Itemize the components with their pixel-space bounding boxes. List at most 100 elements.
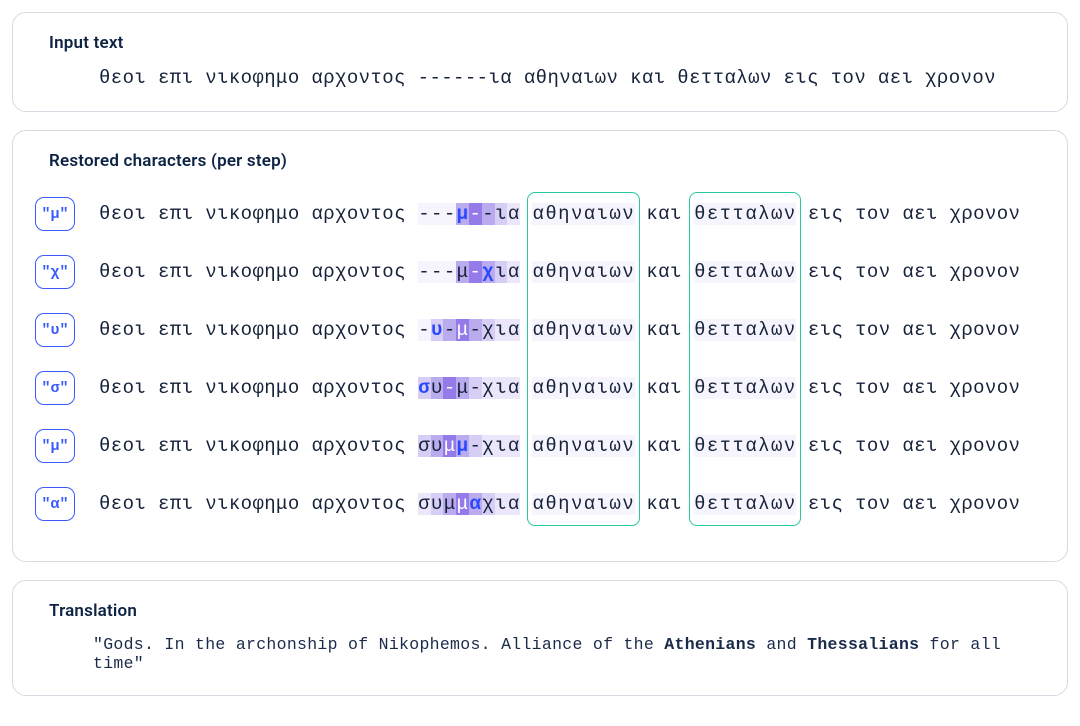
step-row: "υ" θεοι επι νικοφημο αρχοντος -υ-μ-χια α…: [35, 301, 1045, 359]
step-text: θεοι επι νικοφημο αρχοντος ---μ--ια αθην…: [89, 203, 1020, 225]
step-row: "σ" θεοι επι νικοφημο αρχοντος συ-μ-χια α…: [35, 359, 1045, 417]
token: αρχοντος: [311, 493, 405, 515]
token: αει: [902, 493, 937, 515]
token: τον: [855, 203, 890, 225]
highlighted-token: αθηναιων: [532, 203, 635, 225]
token: επι: [158, 261, 193, 283]
step-badge: "υ": [35, 313, 75, 347]
token: νικοφημο: [205, 319, 299, 341]
highlighted-token: θετταλων: [694, 377, 797, 399]
step-text: θεοι επι νικοφημο αρχοντος ---μ-χια αθην…: [89, 261, 1020, 283]
step-row: "μ" θεοι επι νικοφημο αρχοντος συμμ-χια α…: [35, 417, 1045, 475]
token: νικοφημο: [205, 203, 299, 225]
highlighted-token: θετταλων: [694, 435, 797, 457]
token: αρχοντος: [311, 203, 405, 225]
translation-card: Translation "Gods. In the archonship of …: [12, 580, 1068, 696]
translation-segment: Athenians: [664, 635, 756, 654]
token: επι: [158, 203, 193, 225]
highlighted-token: θετταλων: [694, 203, 797, 225]
steps-list: "μ" θεοι επι νικοφημο αρχοντος ---μ--ια α…: [35, 185, 1045, 533]
token: χρονον: [950, 261, 1021, 283]
highlighted-token: αθηναιων: [532, 377, 635, 399]
token: εις: [808, 319, 843, 341]
restored-steps-title: Restored characters (per step): [49, 151, 1045, 171]
restored-token: ---μ--ια: [418, 203, 521, 225]
translation-title: Translation: [49, 601, 1045, 621]
step-badge: "α": [35, 487, 75, 521]
token: εις: [808, 435, 843, 457]
highlighted-token: θετταλων: [694, 493, 797, 515]
token: τον: [855, 493, 890, 515]
token: επι: [158, 493, 193, 515]
token: τον: [855, 377, 890, 399]
token: θεοι: [99, 261, 146, 283]
highlighted-token: αθηναιων: [532, 319, 635, 341]
restored-token: -υ-μ-χια: [418, 319, 521, 341]
step-text: θεοι επι νικοφημο αρχοντος συ-μ-χια αθην…: [89, 377, 1020, 399]
highlighted-token: αθηναιων: [532, 435, 635, 457]
restored-token: συμμ-χια: [418, 435, 521, 457]
token: αει: [902, 435, 937, 457]
token: θεοι: [99, 493, 146, 515]
token: και: [646, 435, 681, 457]
token: νικοφημο: [205, 377, 299, 399]
step-row: "χ" θεοι επι νικοφημο αρχοντος ---μ-χια α…: [35, 243, 1045, 301]
highlighted-token: αθηναιων: [532, 493, 635, 515]
restored-token: συ-μ-χια: [418, 377, 521, 399]
input-text-line: θεοι επι νικοφημο αρχοντος ------ια αθην…: [35, 67, 1045, 89]
token: εις: [808, 377, 843, 399]
step-row: "μ" θεοι επι νικοφημο αρχοντος ---μ--ια α…: [35, 185, 1045, 243]
step-badge: "σ": [35, 371, 75, 405]
token: και: [646, 261, 681, 283]
token: νικοφημο: [205, 435, 299, 457]
token: αρχοντος: [311, 435, 405, 457]
highlighted-token: αθηναιων: [532, 261, 635, 283]
token: αρχοντος: [311, 377, 405, 399]
token: αει: [902, 377, 937, 399]
token: αει: [902, 203, 937, 225]
step-row: "α" θεοι επι νικοφημο αρχοντος συμμαχια α…: [35, 475, 1045, 533]
token: εις: [808, 203, 843, 225]
token: τον: [855, 319, 890, 341]
token: χρονον: [950, 319, 1021, 341]
token: επι: [158, 435, 193, 457]
token: και: [646, 493, 681, 515]
token: και: [646, 203, 681, 225]
highlighted-token: θετταλων: [694, 261, 797, 283]
translation-segment: "Gods. In the archonship of Nikophemos. …: [93, 635, 664, 654]
token: χρονον: [950, 435, 1021, 457]
input-text-title: Input text: [49, 33, 1045, 53]
token: επι: [158, 377, 193, 399]
highlighted-token: θετταλων: [694, 319, 797, 341]
token: θεοι: [99, 319, 146, 341]
restored-token: συμμαχια: [418, 493, 521, 515]
restored-token: ---μ-χια: [418, 261, 521, 283]
step-text: θεοι επι νικοφημο αρχοντος συμμαχια αθην…: [89, 493, 1020, 515]
translation-segment: and: [756, 635, 807, 654]
input-text-card: Input text θεοι επι νικοφημο αρχοντος --…: [12, 12, 1068, 112]
token: χρονον: [950, 493, 1021, 515]
token: και: [646, 377, 681, 399]
token: χρονον: [950, 377, 1021, 399]
token: νικοφημο: [205, 261, 299, 283]
token: αει: [902, 319, 937, 341]
token: εις: [808, 261, 843, 283]
token: τον: [855, 261, 890, 283]
token: θεοι: [99, 435, 146, 457]
token: αρχοντος: [311, 261, 405, 283]
token: νικοφημο: [205, 493, 299, 515]
step-text: θεοι επι νικοφημο αρχοντος -υ-μ-χια αθην…: [89, 319, 1020, 341]
restored-steps-card: Restored characters (per step) "μ" θεοι ε…: [12, 130, 1068, 562]
token: θεοι: [99, 377, 146, 399]
token: τον: [855, 435, 890, 457]
step-badge: "χ": [35, 255, 75, 289]
token: εις: [808, 493, 843, 515]
token: αρχοντος: [311, 319, 405, 341]
translation-line: "Gods. In the archonship of Nikophemos. …: [35, 635, 1045, 673]
translation-segment: Thessalians: [807, 635, 919, 654]
step-badge: "μ": [35, 429, 75, 463]
token: αει: [902, 261, 937, 283]
token: χρονον: [950, 203, 1021, 225]
step-badge: "μ": [35, 197, 75, 231]
token: θεοι: [99, 203, 146, 225]
